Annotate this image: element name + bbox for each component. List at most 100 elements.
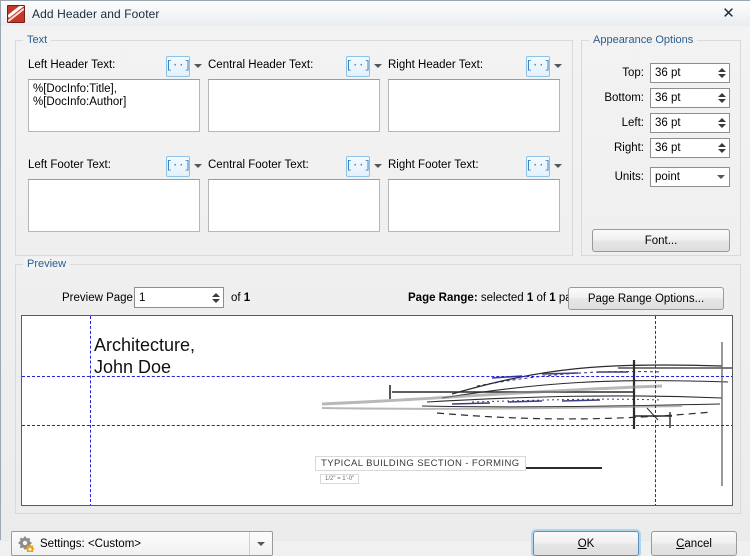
text-group: Text Left Header Text: [··] %[DocInfo:Ti… [15,34,573,256]
ok-accel: O [577,537,587,550]
units-label: Units: [614,171,644,183]
chevron-up-icon [211,292,220,297]
close-icon[interactable]: ✕ [706,1,750,25]
add-header-footer-dialog: Add Header and Footer ✕ Text Left Header… [0,0,750,556]
chevron-up-icon [717,93,726,97]
central-header-label: Central Header Text: [208,59,314,71]
right-spin-arrows[interactable] [714,139,729,157]
central-footer-label: Central Footer Text: [208,159,309,171]
central-footer-textbox[interactable] [208,179,380,232]
preview-page-stepper[interactable]: 1 [134,287,224,308]
preview-page-canvas[interactable]: Architecture, John Doe TYPICAL BUILDING … [21,315,733,506]
left-header-macro-dropdown[interactable] [190,56,206,75]
bottom-label: Bottom: [604,92,644,104]
bottom-value: 36 pt [655,92,681,104]
chevron-down-icon [211,298,220,303]
left-stepper[interactable]: 36 pt [650,113,730,133]
of-prefix: of [231,292,244,304]
page-range-status: Page Range: selected 1 of 1 pages [408,292,590,304]
right-header-macro-dropdown[interactable] [550,56,566,75]
preview-page-label: Preview Page [62,292,133,304]
text-group-legend: Text [23,34,52,46]
top-spin-arrows[interactable] [714,64,729,82]
units-value: point [655,171,680,183]
preview-header-text: Architecture, John Doe [94,335,196,377]
window-title: Add Header and Footer [32,6,160,21]
preview-page-total: of 1 [231,292,250,304]
left-value: 36 pt [655,117,681,129]
chevron-down-icon [374,63,382,68]
right-header-textbox[interactable] [388,79,560,132]
appearance-row-left: Left: 36 pt [582,113,740,135]
macro-icon: [··] [165,160,191,172]
top-label: Top: [622,67,644,79]
title-bar: Add Header and Footer ✕ [1,1,750,27]
chevron-down-icon [554,163,562,168]
range-prefix: Page Range: [408,292,478,304]
of-total: 1 [243,292,251,304]
gear-icon [18,536,34,552]
chevron-up-icon [717,118,726,122]
left-footer-macro-dropdown[interactable] [190,156,206,175]
cancel-accel: C [676,537,685,550]
right-footer-textbox[interactable] [388,179,560,232]
left-header-macro-button[interactable]: [··] [165,56,191,77]
page-range-options-button[interactable]: Page Range Options... [568,287,724,310]
chevron-up-icon [717,143,726,147]
central-header-macro-button[interactable]: [··] [346,56,371,77]
right-stepper[interactable]: 36 pt [650,138,730,158]
left-header-textbox[interactable]: %[DocInfo:Title], %[DocInfo:Author] [28,79,200,132]
settings-select[interactable]: Settings: <Custom> [11,531,273,556]
chevron-up-icon [717,68,726,72]
macro-icon: [··] [525,160,551,172]
guide-left [90,316,91,505]
guide-right [655,316,656,505]
central-header-macro-dropdown[interactable] [370,56,386,75]
left-spin-arrows[interactable] [714,114,729,132]
settings-dropdown-arrow[interactable] [249,532,272,555]
left-footer-macro-button[interactable]: [··] [165,156,191,177]
right-label: Right: [613,142,644,154]
appearance-options-group: Appearance Options Top: 36 pt Bottom: 36… [581,34,741,256]
guide-top [22,376,732,377]
right-footer-macro-dropdown[interactable] [550,156,566,175]
left-footer-label: Left Footer Text: [28,159,111,171]
right-header-label: Right Header Text: [388,59,484,71]
cancel-button[interactable]: Cancel [651,531,737,556]
right-footer-label: Right Footer Text: [388,159,479,171]
right-footer-macro-button[interactable]: [··] [525,156,551,177]
drawing-scale: 1/2" = 1'-0" [320,474,360,484]
guide-bottom [22,425,732,426]
dialog-content: Text Left Header Text: [··] %[DocInfo:Ti… [1,26,750,556]
preview-group: Preview Preview Page 1 of 1 Page Range: … [15,258,741,514]
macro-icon: [··] [165,60,191,72]
right-header-macro-button[interactable]: [··] [525,56,551,77]
chevron-down-icon [717,99,726,103]
chevron-down-icon [554,63,562,68]
left-footer-textbox[interactable] [28,179,200,232]
bottom-spin-arrows[interactable] [714,89,729,107]
font-button[interactable]: Font... [592,229,730,252]
macro-icon: [··] [525,60,551,72]
chevron-down-icon [717,124,726,128]
chevron-down-icon [717,149,726,153]
preview-page-spin-arrows[interactable] [208,289,223,307]
appearance-row-right: Right: 36 pt [582,138,740,160]
chevron-down-icon [374,163,382,168]
central-header-textbox[interactable] [208,79,380,132]
ok-button[interactable]: OK [533,531,639,556]
range-mid: selected [477,292,527,304]
central-footer-macro-dropdown[interactable] [370,156,386,175]
appearance-row-top: Top: 36 pt [582,63,740,85]
appearance-row-units: Units: point [582,167,740,189]
bottom-stepper[interactable]: 36 pt [650,88,730,108]
units-dropdown-arrow[interactable] [713,168,729,186]
left-header-label: Left Header Text: [28,59,116,71]
preview-toolbar: Preview Page 1 of 1 Page Range: selected… [16,265,740,313]
right-value: 36 pt [655,142,681,154]
central-footer-macro-button[interactable]: [··] [345,156,371,177]
settings-label: Settings: <Custom> [40,537,141,550]
macro-icon: [··] [345,160,371,172]
units-select[interactable]: point [650,167,730,187]
top-stepper[interactable]: 36 pt [650,63,730,83]
